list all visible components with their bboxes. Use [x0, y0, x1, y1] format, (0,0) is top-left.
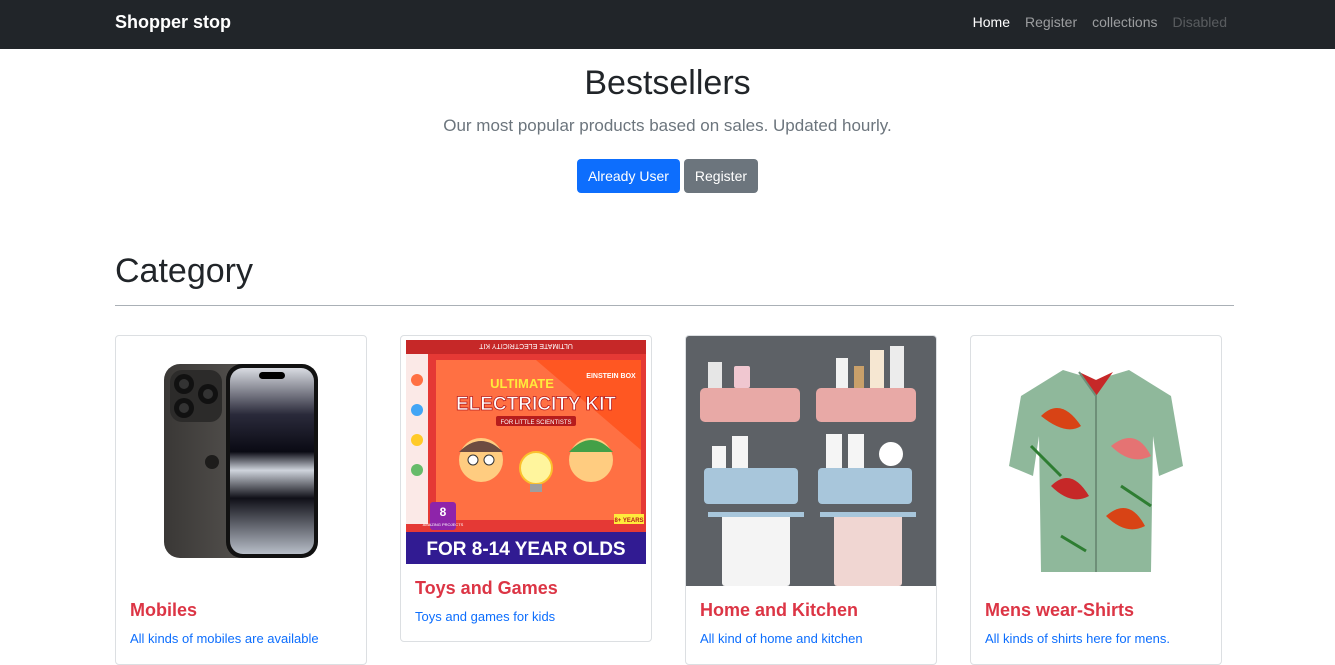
category-card-toys[interactable]: ULTIMATE ELECTRICITY KIT ULTIMATE ELECTR…: [400, 335, 652, 642]
brand-link[interactable]: Shopper stop: [115, 12, 231, 33]
box-badge-number: 8: [440, 505, 447, 519]
category-card-shirts[interactable]: Mens wear-Shirts All kinds of shirts her…: [970, 335, 1222, 665]
card-title[interactable]: Mens wear-Shirts: [985, 600, 1207, 621]
bathroom-shelf-image: [686, 336, 936, 586]
card-text: All kind of home and kitchen: [700, 631, 863, 646]
nav-collections[interactable]: collections: [1092, 14, 1157, 30]
nav-register[interactable]: Register: [1025, 14, 1077, 30]
top-navbar: Shopper stop Home Register collections D…: [0, 0, 1335, 49]
category-card-home-kitchen[interactable]: Home and Kitchen All kind of home and ki…: [685, 335, 937, 665]
category-heading: Category: [115, 252, 253, 290]
card-title[interactable]: Mobiles: [130, 600, 352, 621]
card-title[interactable]: Home and Kitchen: [700, 600, 922, 621]
register-button[interactable]: Register: [683, 159, 759, 193]
box-brand: EINSTEIN BOX: [586, 373, 636, 380]
box-top-label: ULTIMATE ELECTRICITY KIT: [478, 342, 572, 349]
card-text: All kinds of mobiles are available: [130, 631, 319, 646]
box-tagline: FOR LITTLE SCIENTISTS: [500, 420, 571, 426]
already-user-button[interactable]: Already User: [576, 159, 680, 193]
hero-buttons: Already User Register: [0, 159, 1335, 193]
box-footer: FOR 8-14 YEAR OLDS: [426, 539, 625, 560]
card-title[interactable]: Toys and Games: [415, 578, 637, 599]
nav-disabled: Disabled: [1172, 14, 1227, 30]
box-headline-1: ULTIMATE: [490, 376, 554, 391]
nav-links: Home Register collections Disabled: [973, 14, 1227, 30]
card-text: All kinds of shirts here for mens.: [985, 631, 1170, 646]
box-headline-2: ELECTRICITY KIT: [456, 394, 616, 415]
box-age-badge: 8+ YEARS: [614, 518, 643, 524]
card-text: Toys and games for kids: [415, 609, 556, 624]
category-card-mobiles[interactable]: Mobiles All kinds of mobiles are availab…: [115, 335, 367, 665]
shirt-image: [971, 336, 1221, 586]
toy-box-image: ULTIMATE ELECTRICITY KIT ULTIMATE ELECTR…: [401, 336, 651, 564]
phone-image: [116, 336, 366, 586]
nav-home[interactable]: Home: [973, 14, 1010, 30]
category-divider: [115, 305, 1234, 306]
hero-subtitle: Our most popular products based on sales…: [443, 116, 892, 135]
hero-title: Bestsellers: [584, 64, 751, 102]
box-badge-text: AMAZING PROJECTS: [423, 522, 464, 527]
